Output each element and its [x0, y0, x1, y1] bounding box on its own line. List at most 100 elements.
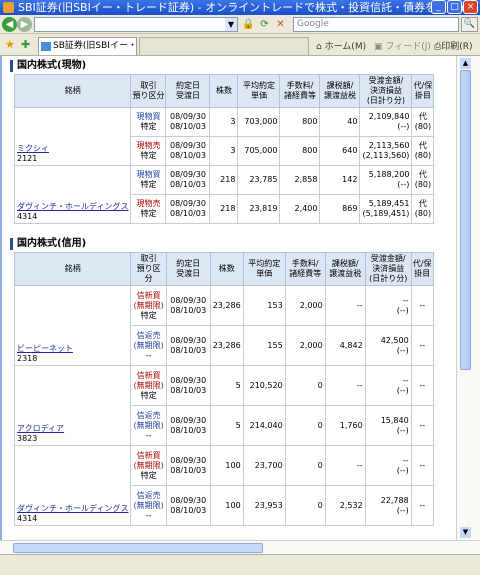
date-cell: 08/09/30 08/10/03 [165, 365, 211, 406]
column-header: 課税額/ 譲渡益税 [324, 252, 366, 286]
page-content: 国内株式(現物) 銘柄 取引 預り区分 約定日 受渡日 株数 平均約定 単価 手数料/ 諸… [0, 56, 456, 540]
amount-cell: -- (--) [364, 365, 412, 406]
add-favorite-icon[interactable]: ✚ [21, 38, 30, 51]
section-title-shinyo: 国内株式(信用) [10, 238, 456, 250]
fee-cell: 2,000 [284, 285, 326, 326]
settle-date: 08/10/03 [169, 180, 206, 189]
dai-value: 代 [418, 199, 427, 208]
trade-side: 信新買 [136, 290, 161, 300]
trade-side: 現物買 [136, 112, 161, 121]
table-header-row: 銘柄 取引 預り区 分約定日 受渡日 株数 平均約定 単価 手数料/ 諸経費等 課税額/ … [13, 252, 434, 286]
table-row: ミクシィ 2121 現物買 特定 08/09/30 08/10/03 3 703,000 800… [13, 107, 435, 166]
price-cell: 214,040 [242, 405, 286, 446]
trade-side: 信返売 [136, 490, 161, 500]
qty-cell: 5 [209, 405, 244, 446]
trade-date: 08/09/30 [170, 375, 207, 385]
day-pl-value: (--) [397, 180, 410, 189]
scroll-up-icon[interactable]: ▲ [460, 58, 471, 69]
stock-name-link[interactable]: ミクシィ [17, 144, 128, 154]
fee-cell: 2,400 [279, 194, 321, 224]
address-bar[interactable]: ▼ [34, 17, 238, 32]
column-header: 課税額/ 譲渡益税 [319, 74, 361, 108]
stock-code: 3823 [17, 434, 38, 443]
vertical-scrollbar[interactable]: ▲ ▼ [456, 56, 480, 540]
tab-second[interactable] [139, 37, 309, 55]
forward-icon[interactable]: ▶ [17, 17, 32, 32]
scroll-thumb[interactable] [460, 70, 471, 370]
window-buttons: _ □ × [431, 0, 478, 14]
search-input[interactable]: Google [293, 17, 459, 32]
tab-sbi[interactable]: SB証券(旧SBIイー・トレ... [38, 37, 137, 55]
column-header: 受渡金額/ 決済損益 (日計り分) [364, 252, 412, 286]
date-cell: 08/09/30 08/10/03 [165, 325, 211, 366]
amount-value: -- [402, 455, 409, 465]
close-button[interactable]: × [463, 0, 478, 14]
lock-icon[interactable]: 🔒 [241, 17, 256, 32]
address-dropdown-icon[interactable]: ▼ [225, 18, 237, 31]
stock-name-link[interactable]: ダヴィンチ・ホールディングス [17, 504, 128, 514]
column-header: 株数 [209, 252, 244, 286]
price-cell: 23,819 [237, 194, 281, 224]
maximize-button[interactable]: □ [447, 0, 462, 14]
date-cell: 08/09/30 08/10/03 [165, 194, 211, 224]
day-pl-value: (2,113,560) [362, 151, 410, 160]
column-header: 平均約定 単価 [242, 252, 286, 286]
feed-button[interactable]: ▣ フィード(J) [374, 39, 431, 52]
trade-type-cell: 信新買 (無期限) 特定 [130, 365, 167, 406]
table-row: ダヴィンチ・ホールディングス 4314 信新買 (無期限) 特定 08/09/30 08/1… [13, 445, 434, 526]
qty-cell: 100 [209, 445, 244, 486]
hscroll-thumb[interactable] [13, 543, 263, 553]
dai-value: 代 [418, 112, 427, 121]
trade-type-cell: 現物買 特定 [130, 165, 167, 195]
stock-name-link[interactable]: アクロディア [17, 424, 128, 434]
day-pl-value: (--) [396, 505, 409, 515]
column-header: 株数 [209, 74, 239, 108]
print-button[interactable]: ⎙印刷(R) [434, 39, 472, 52]
amount-value: 2,113,560 [368, 141, 410, 150]
stock-name-link[interactable]: ダヴィンチ・ホールディングス [17, 202, 128, 212]
kake-value: (80) [414, 122, 432, 131]
genbutsu-table: 銘柄 取引 預り区分 約定日 受渡日 株数 平均約定 単価 手数料/ 諸経費等 課税額/ 譲… [13, 74, 435, 224]
search-icon[interactable]: 🔍 [461, 17, 478, 32]
trade-date: 08/09/30 [169, 112, 206, 121]
column-header: 約定日 受渡日 [165, 74, 211, 108]
section-title-genbutsu: 国内株式(現物) [10, 60, 456, 72]
amount-value: 22,788 [380, 495, 409, 505]
feed-label: フィード(J) [385, 42, 431, 52]
column-header: 手数料/ 諸経費等 [279, 74, 321, 108]
dai-value: 代 [418, 141, 427, 150]
date-cell: 08/09/30 08/10/03 [165, 107, 211, 137]
amount-value: 42,500 [380, 335, 409, 345]
fee-cell: 0 [284, 405, 326, 446]
amount-cell: 22,788 (--) [364, 485, 412, 526]
horizontal-scrollbar[interactable] [0, 540, 480, 554]
fee-cell: 2,000 [284, 325, 326, 366]
stock-code: 4314 [17, 514, 38, 523]
trade-side: 信新買 [136, 450, 161, 460]
tax-cell: 142 [319, 165, 361, 195]
scroll-down-icon[interactable]: ▼ [460, 527, 471, 538]
home-button[interactable]: ⌂ ホーム(M) [316, 39, 366, 52]
stock-name-cell: ダヴィンチ・ホールディングス 4314 [13, 445, 132, 526]
amount-value: 15,840 [380, 415, 409, 425]
column-header: 銘柄 [13, 74, 132, 108]
trade-date: 08/09/30 [169, 199, 206, 208]
day-pl-value: (--) [396, 425, 409, 435]
trade-date: 08/09/30 [170, 415, 207, 425]
refresh-icon[interactable]: ⟳ [257, 17, 272, 32]
stock-name-cell: ダヴィンチ・ホールディングス 4314 [13, 165, 132, 224]
stop-icon[interactable]: ✕ [273, 17, 288, 32]
trade-date: 08/09/30 [169, 170, 206, 179]
stock-name-link[interactable]: ビーピーネット [17, 344, 128, 354]
home-label: ホーム(M) [324, 42, 367, 52]
price-cell: 155 [242, 325, 286, 366]
margin-cell: 代 (80) [411, 165, 435, 195]
back-icon[interactable]: ◀ [2, 17, 17, 32]
tax-cell: 640 [319, 136, 361, 166]
favorites-star-icon[interactable]: ★ [5, 38, 15, 51]
stock-code: 4314 [17, 212, 38, 221]
settle-date: 08/10/03 [170, 385, 207, 395]
tax-cell: 2,532 [324, 485, 366, 526]
settle-date: 08/10/03 [169, 122, 206, 131]
minimize-button[interactable]: _ [431, 0, 446, 14]
